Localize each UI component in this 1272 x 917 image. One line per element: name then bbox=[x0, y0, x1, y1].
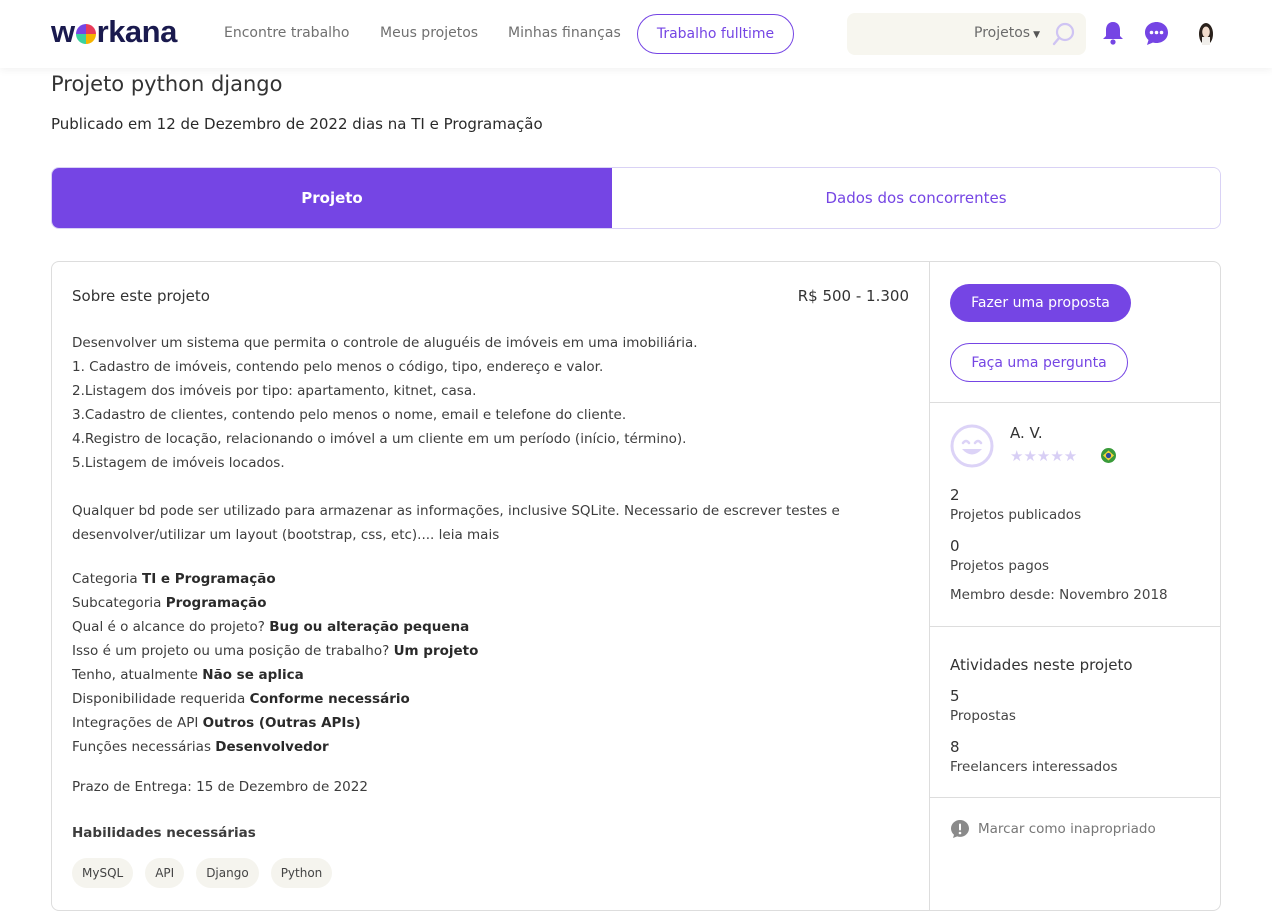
nav-my-finances[interactable]: Minhas finanças bbox=[508, 25, 621, 41]
client-rating-stars: ★★★★★ bbox=[1010, 447, 1078, 465]
fact-row: Categoria TI e Programação bbox=[72, 571, 276, 587]
fact-row: Funções necessárias Desenvolvedor bbox=[72, 739, 329, 755]
fact-row: Subcategoria Programação bbox=[72, 595, 267, 611]
workana-logo[interactable]: w rkana bbox=[51, 14, 177, 50]
nav-find-work[interactable]: Encontre trabalho bbox=[224, 25, 349, 41]
divider bbox=[930, 402, 1220, 403]
description-line: 5.Listagem de imóveis locados. bbox=[72, 455, 285, 471]
fact-row: Qual é o alcance do projeto? Bug ou alte… bbox=[72, 619, 470, 635]
fact-row: Tenho, atualmente Não se aplica bbox=[72, 667, 304, 683]
nav-my-projects[interactable]: Meus projetos bbox=[380, 25, 478, 41]
proposals-count: 5 bbox=[950, 687, 960, 705]
page-title: Projeto python django bbox=[51, 72, 283, 96]
paid-label: Projetos pagos bbox=[950, 558, 1050, 574]
project-facts: Categoria TI e Programação Subcategoria … bbox=[72, 567, 478, 759]
divider bbox=[930, 797, 1220, 798]
description-line: 3.Cadastro de clientes, contendo pelo me… bbox=[72, 407, 627, 423]
ask-question-button[interactable]: Faça uma pergunta bbox=[950, 343, 1128, 382]
bell-icon[interactable] bbox=[1101, 20, 1125, 46]
project-tabs: Projeto Dados dos concorrentes bbox=[51, 167, 1221, 229]
skill-tag[interactable]: MySQL bbox=[72, 858, 134, 888]
fact-row: Disponibilidade requerida Conforme neces… bbox=[72, 691, 410, 707]
chevron-down-icon: ▼ bbox=[1033, 30, 1040, 40]
project-sidebar: Fazer uma proposta Faça uma pergunta A. … bbox=[930, 262, 1220, 910]
description-paragraph: Qualquer bd pode ser utilizado para arma… bbox=[72, 503, 840, 543]
activities-title: Atividades neste projeto bbox=[950, 656, 1133, 674]
deadline: Prazo de Entrega: 15 de Dezembro de 2022 bbox=[72, 779, 368, 795]
make-proposal-button[interactable]: Fazer uma proposta bbox=[950, 284, 1131, 322]
top-header: w rkana Encontre trabalho Meus projetos M… bbox=[0, 0, 1272, 68]
client-name: A. V. bbox=[1010, 424, 1043, 442]
search-category-select[interactable]: Projetos ▼ bbox=[974, 25, 1040, 41]
interested-label: Freelancers interessados bbox=[950, 759, 1118, 775]
logo-o-mark bbox=[75, 24, 96, 44]
alert-icon bbox=[951, 820, 969, 838]
fact-row: Isso é um projeto ou uma posição de trab… bbox=[72, 643, 479, 659]
paid-count: 0 bbox=[950, 537, 960, 555]
published-count: 2 bbox=[950, 486, 960, 504]
proposals-label: Propostas bbox=[950, 708, 1016, 724]
flag-icon bbox=[1101, 448, 1116, 463]
member-since: Membro desde: Novembro 2018 bbox=[950, 587, 1168, 603]
skill-tag[interactable]: Python bbox=[270, 858, 333, 888]
project-description: Desenvolver um sistema que permita o con… bbox=[72, 331, 902, 547]
skills-title: Habilidades necessárias bbox=[72, 825, 256, 841]
read-more-link[interactable]: leia mais bbox=[439, 527, 500, 543]
description-line: 2.Listagem dos imóveis por tipo: apartam… bbox=[72, 383, 477, 399]
search-icon[interactable] bbox=[1052, 22, 1076, 46]
client-avatar-icon bbox=[950, 424, 994, 468]
fulltime-button[interactable]: Trabalho fulltime bbox=[637, 14, 794, 54]
tab-project[interactable]: Projeto bbox=[52, 168, 612, 228]
project-card: Sobre este projeto R$ 500 - 1.300 Desenv… bbox=[51, 261, 1221, 911]
description-line: Desenvolver um sistema que permita o con… bbox=[72, 335, 698, 351]
description-line: 4.Registro de locação, relacionando o im… bbox=[72, 431, 687, 447]
about-title: Sobre este projeto bbox=[72, 287, 210, 305]
skills-list: MySQL API Django Python bbox=[72, 858, 333, 888]
user-avatar[interactable] bbox=[1196, 22, 1216, 46]
skill-tag[interactable]: API bbox=[145, 858, 185, 888]
project-details: Sobre este projeto R$ 500 - 1.300 Desenv… bbox=[52, 262, 930, 910]
page-subtitle: Publicado em 12 de Dezembro de 2022 dias… bbox=[51, 115, 543, 133]
report-link[interactable]: Marcar como inapropriado bbox=[950, 819, 1156, 839]
tab-competitors[interactable]: Dados dos concorrentes bbox=[612, 168, 1220, 228]
published-label: Projetos publicados bbox=[950, 507, 1082, 523]
fact-row: Integrações de API Outros (Outras APIs) bbox=[72, 715, 361, 731]
skill-tag[interactable]: Django bbox=[196, 858, 259, 888]
divider bbox=[930, 626, 1220, 627]
budget: R$ 500 - 1.300 bbox=[797, 287, 909, 305]
search-bar[interactable]: Projetos ▼ bbox=[847, 13, 1086, 55]
description-line: 1. Cadastro de imóveis, contendo pelo me… bbox=[72, 359, 604, 375]
interested-count: 8 bbox=[950, 738, 960, 756]
chat-icon[interactable] bbox=[1144, 21, 1169, 46]
